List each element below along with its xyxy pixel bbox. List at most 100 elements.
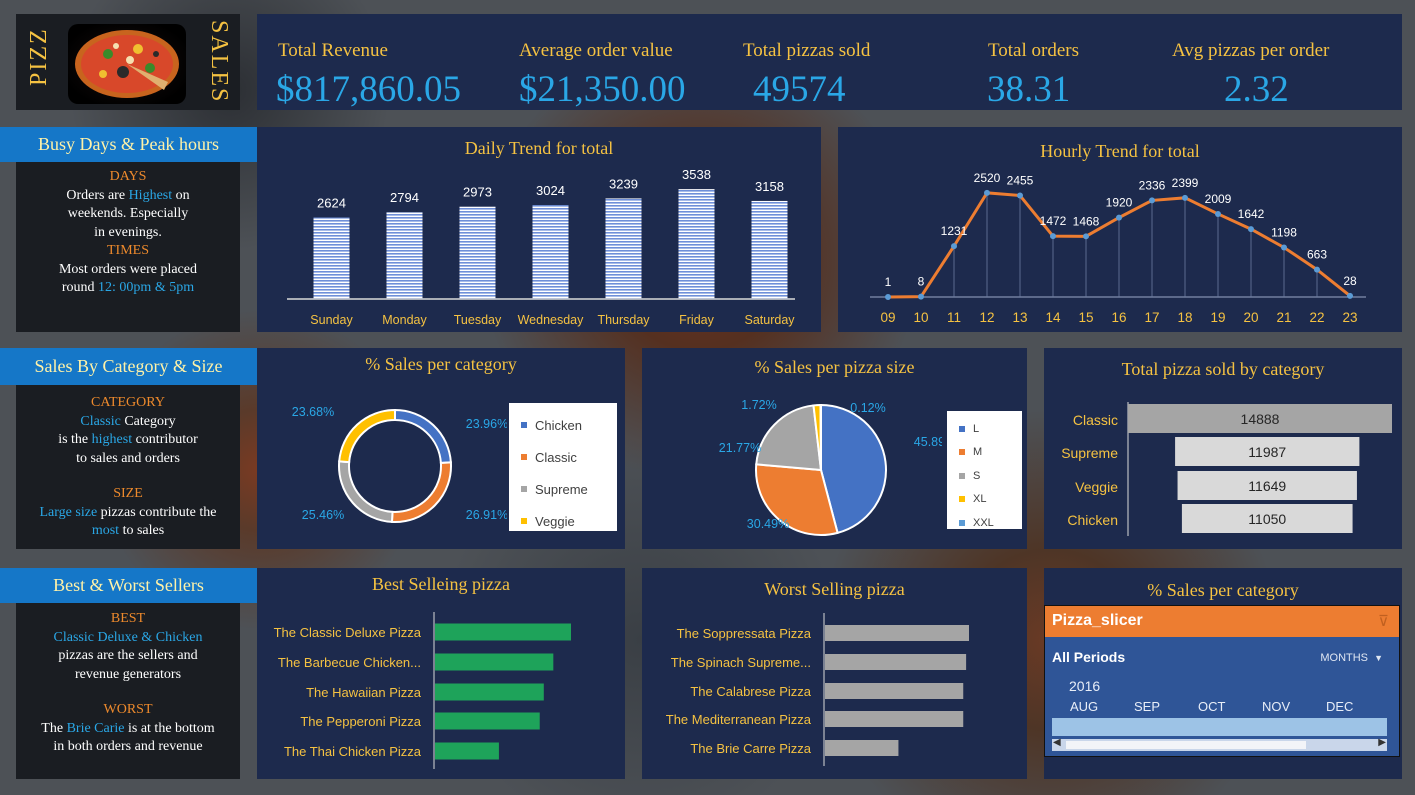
legend-item: M — [947, 441, 1022, 465]
days-heading: DAYS — [109, 169, 147, 184]
legend-label: S — [973, 469, 981, 482]
y-tick-label: The Brie Carre Pizza — [690, 741, 811, 756]
logo-right-text: SALES — [206, 20, 232, 104]
data-label: 2455 — [1007, 174, 1034, 188]
bar-saturday — [751, 200, 788, 299]
bar-2 — [435, 683, 544, 701]
data-label: 2009 — [1205, 192, 1232, 206]
x-tick-label: 11 — [947, 310, 961, 325]
bar-3 — [435, 712, 540, 730]
data-label: 663 — [1307, 248, 1327, 262]
kpi-value-avg-order: $21,350.00 — [519, 69, 686, 110]
data-label: 3538 — [682, 167, 711, 182]
data-label: 2794 — [390, 190, 419, 205]
data-label: 2399 — [1172, 176, 1199, 190]
x-tick-label: 21 — [1276, 310, 1291, 325]
data-label: 26.91% — [466, 508, 507, 522]
slicer-month-sep[interactable]: SEP — [1134, 699, 1160, 714]
slicer-month-aug[interactable]: AUG — [1070, 699, 1098, 714]
x-tick-label: 17 — [1144, 310, 1159, 325]
data-label: 2973 — [463, 185, 492, 200]
y-tick-label: Veggie — [1075, 479, 1118, 495]
data-point — [984, 189, 990, 196]
worst-line1c: is at the bottom — [124, 720, 215, 736]
data-point — [951, 243, 957, 250]
daily-trend-panel: Daily Trend for total 2624 Sunday 2794 Mond… — [257, 127, 821, 332]
data-label: 2624 — [317, 196, 346, 211]
worst-selling-panel: Worst Selling pizza The Soppressata Pizz… — [642, 568, 1027, 779]
data-label: 11050 — [1248, 511, 1286, 527]
legend-label: L — [973, 422, 980, 435]
best-worst-header: Best & Worst Sellers — [0, 568, 257, 603]
data-label: 1.72% — [741, 398, 776, 412]
data-label: 1468 — [1073, 214, 1100, 228]
category-pct-legend: Chicken Classic Supreme Veggie — [509, 403, 617, 531]
pizza-slicer[interactable]: Pizza_slicer ⊽ All Periods MONTHS ▼ 2016… — [1044, 605, 1400, 757]
y-tick-label: Supreme — [1061, 445, 1118, 461]
bar-1 — [825, 654, 967, 670]
bar-friday — [678, 189, 715, 299]
best-heading: BEST — [110, 611, 146, 626]
slicer-month-nov[interactable]: NOV — [1262, 699, 1290, 714]
kpi-panel: Total Revenue $817,860.05 Average order … — [257, 14, 1402, 110]
x-tick-label: Wednesday — [518, 313, 585, 327]
legend-swatch — [959, 519, 965, 526]
slicer-granularity: MONTHS — [1320, 652, 1369, 664]
y-tick-label: The Mediterranean Pizza — [666, 712, 812, 727]
scroll-left-icon[interactable]: ◀ — [1053, 737, 1061, 748]
bar-1 — [435, 653, 554, 671]
y-tick-label: The Thai Chicken Pizza — [284, 744, 422, 759]
slicer-month-oct[interactable]: OCT — [1198, 699, 1225, 714]
x-tick-label: Friday — [679, 313, 714, 327]
data-point — [1314, 266, 1320, 273]
x-tick-label: 10 — [913, 310, 928, 325]
data-label: 3158 — [755, 179, 784, 194]
legend-item: L — [947, 417, 1022, 441]
size-pct-legend: L M S XL XXL — [947, 411, 1022, 529]
data-label: 1231 — [941, 224, 968, 238]
x-tick-label: 23 — [1342, 310, 1357, 325]
bar-thursday — [605, 198, 642, 299]
data-point — [1116, 214, 1122, 221]
bar-tuesday — [459, 206, 496, 299]
scroll-right-icon[interactable]: ▶ — [1378, 737, 1386, 748]
legend-label: XXL — [973, 516, 994, 529]
worst-line1a: The — [41, 720, 67, 736]
slicer-scrollbar[interactable]: ◀ ▶ — [1052, 737, 1387, 751]
slicer-period: All Periods — [1052, 649, 1126, 665]
bar-4 — [825, 740, 899, 756]
legend-swatch — [521, 422, 527, 428]
slicer-timeline-bar[interactable] — [1052, 718, 1387, 736]
days-line2: weekends. Especially — [67, 206, 189, 221]
y-tick-label: The Calabrese Pizza — [690, 684, 811, 699]
size-pct-chart: 45.89% 30.49% 21.77% 1.72% 0.12% — [719, 398, 942, 536]
data-label: 1198 — [1271, 225, 1297, 239]
days-highlight: Highest — [128, 187, 173, 203]
category-heading: CATEGORY — [91, 395, 165, 410]
slice-supreme — [338, 460, 394, 523]
legend-item: XXL — [947, 511, 1022, 535]
best-line2: pizzas are the sellers and — [58, 648, 198, 663]
data-point — [885, 293, 891, 300]
legend-swatch — [521, 518, 527, 524]
kpi-label-total-orders: Total orders — [988, 40, 1080, 61]
data-label: 1472 — [1040, 214, 1067, 228]
slicer-granularity-dropdown[interactable]: MONTHS ▼ — [1320, 652, 1383, 664]
y-tick-label: The Barbecue Chicken... — [278, 655, 421, 670]
x-tick-label: 14 — [1045, 310, 1061, 325]
days-line3: in evenings. — [94, 224, 162, 240]
x-tick-label: Tuesday — [454, 313, 502, 327]
data-label: 14888 — [1241, 411, 1280, 427]
slicer-month-dec[interactable]: DEC — [1326, 699, 1353, 714]
slicer-months: AUG SEP OCT NOV DEC — [1052, 699, 1387, 715]
size-highlight: Large size — [39, 504, 98, 520]
scroll-thumb[interactable] — [1066, 741, 1306, 749]
clear-filter-icon[interactable]: ⊽ — [1378, 612, 1389, 631]
data-label: 2336 — [1139, 178, 1166, 192]
best-line1: Classic Deluxe & Chicken — [53, 629, 203, 645]
data-label: 25.46% — [302, 508, 344, 522]
category-line3: to sales and orders — [76, 450, 180, 466]
legend-label: Classic — [535, 449, 577, 465]
legend-item: Veggie — [509, 505, 617, 537]
worst-selling-chart: The Soppressata Pizza The Spinach Supreme… — [666, 613, 969, 766]
